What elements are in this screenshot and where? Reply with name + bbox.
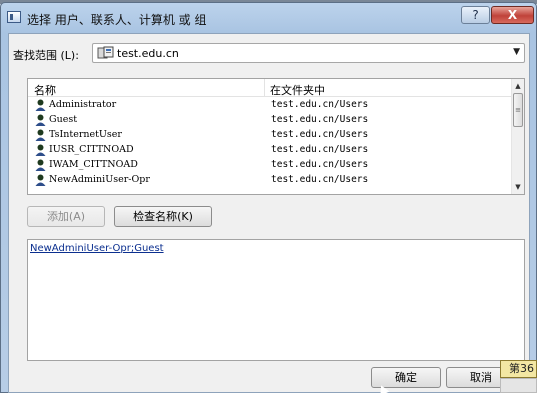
user-folder: test.edu.cn/Users xyxy=(271,129,369,140)
list-scrollbar[interactable]: ▲ ≡ ▼ xyxy=(511,79,524,194)
user-name: IWAM_CITTNOAD xyxy=(49,159,138,170)
add-button[interactable]: 添加(A) xyxy=(27,206,105,227)
user-icon xyxy=(35,174,46,186)
chevron-down-icon[interactable]: ▼ xyxy=(513,47,520,57)
scroll-down-icon[interactable]: ▼ xyxy=(512,180,524,194)
window-icon xyxy=(7,11,21,23)
column-header-name[interactable]: 名称 xyxy=(34,82,56,98)
user-icon xyxy=(35,99,46,111)
results-list[interactable]: 名称 在文件夹中 Administrator test.edu.cn/Users… xyxy=(27,78,525,195)
scope-value: test.edu.cn xyxy=(117,47,179,60)
select-users-dialog: 选择 用户、联系人、计算机 或 组 ? X 查找范围 (L): test.edu… xyxy=(0,2,537,393)
user-icon xyxy=(35,144,46,156)
list-item[interactable]: NewAdminiUser-Opr test.edu.cn/Users xyxy=(28,173,513,188)
scope-label: 查找范围 (L): xyxy=(13,49,79,62)
user-name: TsInternetUser xyxy=(49,129,122,140)
user-icon xyxy=(35,129,46,141)
list-item[interactable]: Administrator test.edu.cn/Users xyxy=(28,98,513,113)
dialog-body: 查找范围 (L): test.edu.cn ▼ 名称 在文件夹中 Adminis… xyxy=(8,33,530,393)
list-header: 名称 在文件夹中 xyxy=(28,79,513,97)
check-names-button[interactable]: 检查名称(K) xyxy=(114,206,212,227)
page-tooltip: 第36 xyxy=(500,360,537,378)
selected-objects-box[interactable]: NewAdminiUser-Opr;Guest xyxy=(27,239,525,361)
column-header-folder[interactable]: 在文件夹中 xyxy=(270,82,325,98)
domain-icon xyxy=(97,46,114,59)
dialog-title: 选择 用户、联系人、计算机 或 组 xyxy=(27,13,207,27)
user-folder: test.edu.cn/Users xyxy=(271,159,369,170)
user-name: Guest xyxy=(49,114,78,125)
user-folder: test.edu.cn/Users xyxy=(271,99,369,110)
scroll-up-icon[interactable]: ▲ xyxy=(512,79,524,93)
help-button[interactable]: ? xyxy=(461,6,490,24)
user-name: Administrator xyxy=(49,99,117,110)
close-button[interactable]: X xyxy=(491,6,534,24)
list-item[interactable]: Guest test.edu.cn/Users xyxy=(28,113,513,128)
scroll-thumb[interactable]: ≡ xyxy=(513,93,523,127)
user-name: IUSR_CITTNOAD xyxy=(49,144,134,155)
list-item[interactable]: IUSR_CITTNOAD test.edu.cn/Users xyxy=(28,143,513,158)
user-icon xyxy=(35,114,46,126)
user-folder: test.edu.cn/Users xyxy=(271,174,369,185)
list-item[interactable]: TsInternetUser test.edu.cn/Users xyxy=(28,128,513,143)
list-item[interactable]: IWAM_CITTNOAD test.edu.cn/Users xyxy=(28,158,513,173)
user-name: NewAdminiUser-Opr xyxy=(49,174,150,185)
user-folder: test.edu.cn/Users xyxy=(271,114,369,125)
scope-dropdown[interactable]: test.edu.cn ▼ xyxy=(92,43,525,63)
selected-objects-text[interactable]: NewAdminiUser-Opr;Guest xyxy=(30,243,164,254)
user-folder: test.edu.cn/Users xyxy=(271,144,369,155)
title-bar[interactable]: 选择 用户、联系人、计算机 或 组 ? X xyxy=(1,3,536,33)
user-icon xyxy=(35,159,46,171)
tooltip-shadow xyxy=(500,378,537,393)
column-divider[interactable] xyxy=(264,79,265,97)
